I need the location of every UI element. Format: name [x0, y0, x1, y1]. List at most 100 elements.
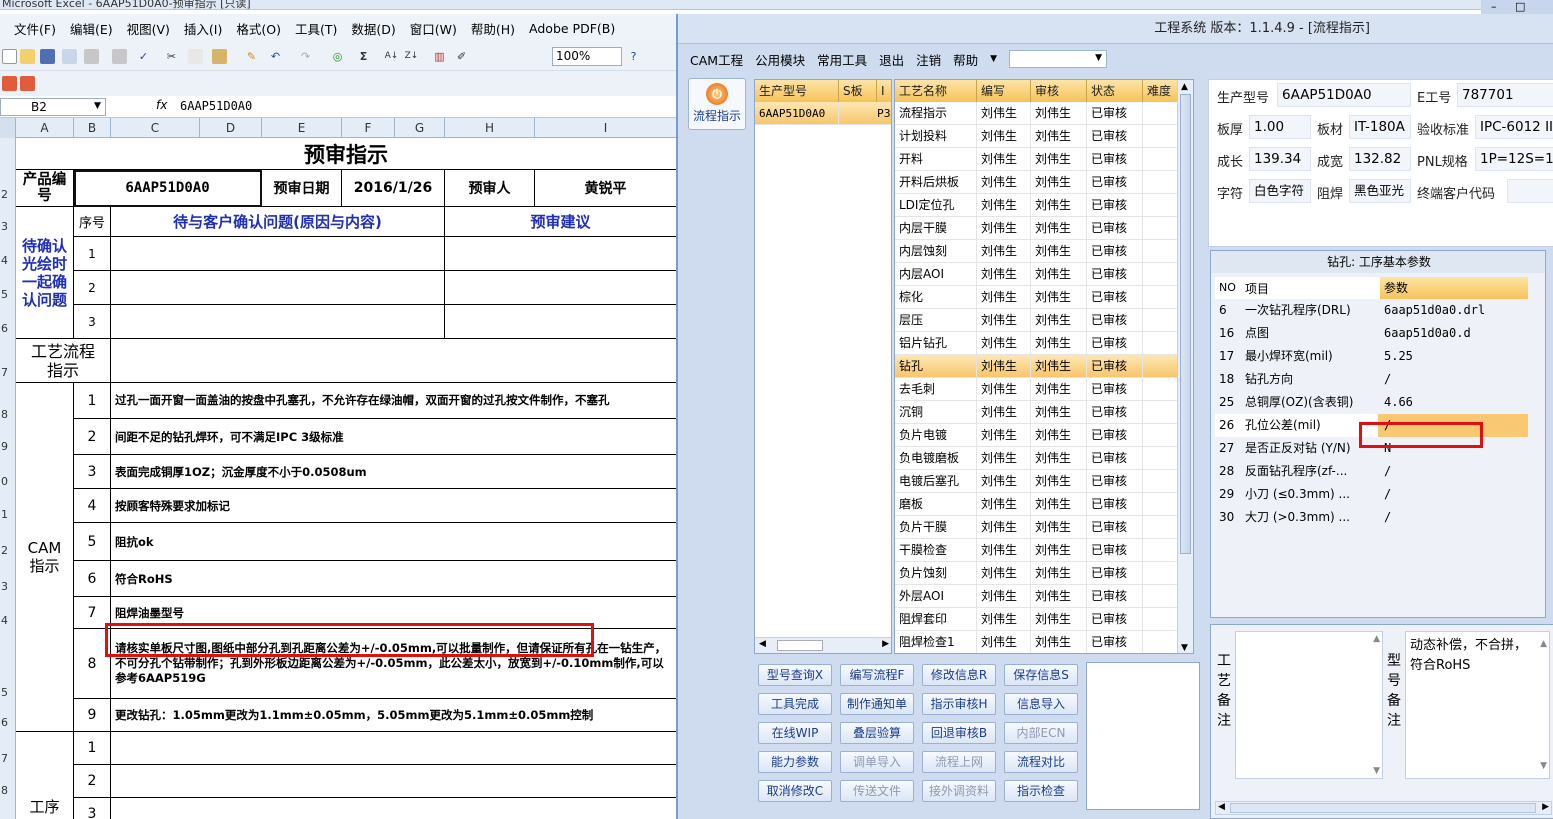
reviewer-label[interactable]: 预审人	[445, 170, 535, 207]
process-name-header[interactable]: 工艺名称	[895, 80, 977, 102]
process-row[interactable]: 铝片钻孔 刘伟生 刘伟生 已审核	[895, 332, 1179, 355]
process-row[interactable]: 计划投料 刘伟生 刘伟生 已审核	[895, 125, 1179, 148]
row-header[interactable]: 1	[0, 508, 16, 521]
cam-seq[interactable]: 6	[74, 561, 111, 597]
action-button[interactable]: 修改信息R	[922, 664, 996, 686]
menu-cam[interactable]: CAM工程	[690, 50, 743, 69]
silkscreen-field[interactable]: 白色字符	[1249, 179, 1311, 203]
process-row[interactable]: 流程指示 刘伟生 刘伟生 已审核	[895, 102, 1179, 125]
pending-seq[interactable]: 2	[74, 271, 111, 305]
row-header[interactable]: 7	[0, 366, 16, 379]
params-item-header[interactable]: 项目	[1245, 280, 1269, 297]
row-header[interactable]: 2	[0, 544, 16, 557]
scroll-down-icon[interactable]: ▼	[1181, 643, 1188, 653]
menu-common-module[interactable]: 公用模块	[755, 50, 805, 69]
product-code-cell[interactable]: 6AAP51D0A0	[74, 170, 262, 207]
sort-descending-icon[interactable]: Z↓	[404, 49, 419, 64]
menu-tools[interactable]: 工具(T)	[295, 19, 337, 38]
action-button[interactable]: 流程上网	[922, 751, 996, 773]
redo-icon[interactable]: ↷	[298, 49, 313, 64]
action-button[interactable]: 指示审核H	[922, 693, 996, 715]
pdf-email-icon[interactable]	[20, 76, 35, 91]
minimize-icon[interactable]: –	[1491, 0, 1497, 13]
action-button[interactable]: 传送文件	[840, 780, 914, 802]
process-row[interactable]: 负片干膜 刘伟生 刘伟生 已审核	[895, 516, 1179, 539]
action-button[interactable]: 接外调资料	[922, 780, 996, 802]
seq-header[interactable]: 序号	[74, 207, 111, 237]
name-box[interactable]: B2	[0, 98, 106, 116]
row-header[interactable]: 9	[0, 440, 16, 453]
params-value-header[interactable]: 参数	[1380, 277, 1528, 299]
action-button[interactable]: 信息导入	[1004, 693, 1078, 715]
process-row[interactable]: 负电镀磨板 刘伟生 刘伟生 已审核	[895, 447, 1179, 470]
process-remark-box[interactable]: ▲ ▼	[1235, 631, 1383, 779]
model-grid-hscrollbar[interactable]: ◀ ▶	[755, 637, 891, 653]
drawing-icon[interactable]: ✐	[454, 49, 469, 64]
advice-header[interactable]: 预审建议	[445, 207, 676, 237]
process-seq[interactable]: 1	[74, 732, 111, 765]
undo-icon[interactable]: ↶	[268, 49, 283, 64]
cam-item[interactable]: 表面完成铜厚1OZ；沉金厚度不小于0.0508um	[111, 455, 676, 489]
material-field[interactable]: IT-180A	[1349, 115, 1411, 139]
process-row[interactable]: 负片蚀刻 刘伟生 刘伟生 已审核	[895, 562, 1179, 585]
action-button[interactable]: 编写流程F	[840, 664, 914, 686]
model-remark-box[interactable]: 动态补偿，不合拼，符合RoHS ▲ ▼	[1405, 631, 1550, 779]
cam-item[interactable]: 符合RoHS	[111, 561, 676, 597]
process-row[interactable]: 磨板 刘伟生 刘伟生 已审核	[895, 493, 1179, 516]
column-header-f[interactable]: F	[342, 118, 395, 138]
menu-insert[interactable]: 插入(I)	[184, 19, 222, 38]
i-col-header[interactable]: I	[877, 80, 891, 102]
paste-icon[interactable]	[212, 49, 227, 64]
pending-seq[interactable]: 3	[74, 305, 111, 339]
cam-label[interactable]: CAM指示	[16, 383, 74, 732]
menu-exit[interactable]: 退出	[879, 50, 904, 69]
params-row[interactable]: 29 小刀 (≤0.3mm) ... /	[1215, 483, 1528, 506]
column-header-e[interactable]: E	[262, 118, 342, 138]
chart-wizard-icon[interactable]: ▥	[432, 49, 447, 64]
sboard-col-header[interactable]: S板	[839, 80, 877, 102]
params-row[interactable]: 28 反面钻孔程序(zf-... /	[1215, 460, 1528, 483]
menu-data[interactable]: 数据(D)	[351, 19, 395, 38]
action-button[interactable]: 工具完成	[758, 693, 832, 715]
process-cell[interactable]	[111, 732, 676, 765]
scroll-down-icon[interactable]: ▼	[1540, 756, 1547, 776]
menu-logout[interactable]: 注销	[916, 50, 941, 69]
row-header[interactable]: 8	[0, 784, 16, 797]
process-row[interactable]: 开料 刘伟生 刘伟生 已审核	[895, 148, 1179, 171]
pending-issue-cell[interactable]	[111, 271, 445, 305]
row-header[interactable]: 5	[0, 288, 16, 301]
scroll-thumb[interactable]	[777, 640, 823, 651]
action-button[interactable]: 叠层验算	[840, 722, 914, 744]
process-section-label[interactable]: 工序	[16, 732, 74, 819]
menu-adobe-pdf[interactable]: Adobe PDF(B)	[529, 21, 615, 36]
scroll-thumb[interactable]	[1180, 94, 1191, 554]
save-icon[interactable]	[40, 49, 55, 64]
cam-item[interactable]: 按顾客特殊要求加标记	[111, 489, 676, 523]
menu-combobox[interactable]: ▼	[1009, 50, 1108, 68]
scroll-left-icon[interactable]: ◀	[1218, 802, 1225, 812]
chevron-down-icon[interactable]: ▼	[990, 54, 997, 64]
params-row[interactable]: 6 一次钻孔程序(DRL) 6aap51d0a0.drl	[1215, 299, 1528, 322]
scroll-right-icon[interactable]: ▶	[882, 639, 889, 649]
soldermask-field[interactable]: 黑色亚光	[1349, 179, 1411, 203]
difficulty-header[interactable]: 难度	[1143, 80, 1179, 102]
author-header[interactable]: 编写	[977, 80, 1031, 102]
action-button[interactable]: 保存信息S	[1004, 664, 1078, 686]
pnl-field[interactable]: 1P=12S=12	[1475, 147, 1553, 171]
row-header[interactable]: 6	[0, 322, 16, 335]
process-flow-cell[interactable]	[111, 339, 676, 383]
copy-icon[interactable]	[188, 49, 203, 64]
params-row[interactable]: 16 点图 6aap51d0a0.d	[1215, 322, 1528, 345]
column-header-b[interactable]: B	[74, 118, 111, 138]
cam-seq[interactable]: 9	[74, 699, 111, 732]
process-seq[interactable]: 3	[74, 798, 111, 819]
process-row[interactable]: 内层蚀刻 刘伟生 刘伟生 已审核	[895, 240, 1179, 263]
process-row[interactable]: 阻焊检查1 刘伟生 刘伟生 已审核	[895, 631, 1179, 653]
print-preview-icon[interactable]	[112, 49, 127, 64]
process-row[interactable]: LDI定位孔 刘伟生 刘伟生 已审核	[895, 194, 1179, 217]
permission-icon[interactable]	[62, 49, 77, 64]
process-cell[interactable]	[111, 798, 676, 819]
process-row[interactable]: 去毛刺 刘伟生 刘伟生 已审核	[895, 378, 1179, 401]
process-row[interactable]: 负片电镀 刘伟生 刘伟生 已审核	[895, 424, 1179, 447]
row-header[interactable]: 0	[0, 475, 16, 488]
